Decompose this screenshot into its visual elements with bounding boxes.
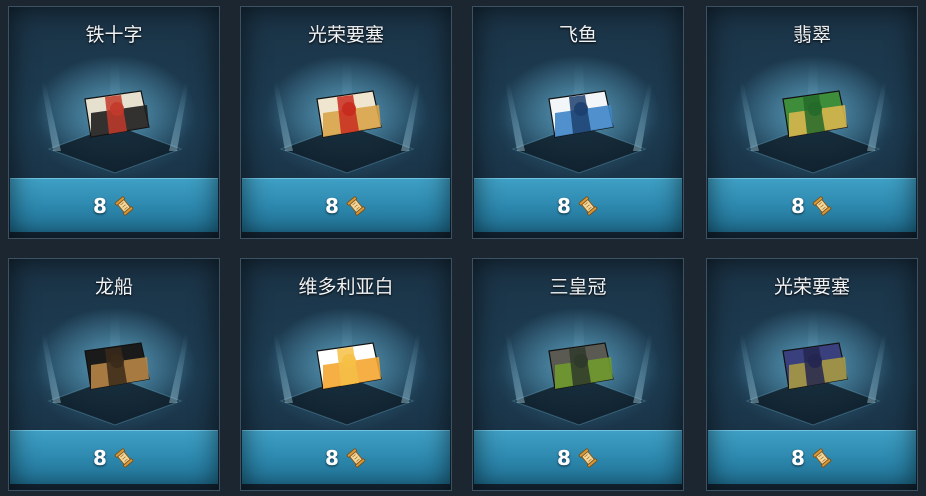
camo-card[interactable]: 龙船 8 [8, 258, 220, 491]
doubloon-scroll-icon [345, 195, 367, 217]
price-value: 8 [791, 445, 805, 470]
price-value: 8 [325, 445, 339, 470]
display-stage [473, 41, 683, 181]
buy-button[interactable]: 8 [474, 178, 682, 232]
buy-button[interactable]: 8 [10, 178, 218, 232]
display-stage [241, 293, 451, 433]
price-value: 8 [791, 193, 805, 218]
doubloon-scroll-icon [577, 447, 599, 469]
display-stage [707, 293, 917, 433]
camo-card[interactable]: 三皇冠 8 [472, 258, 684, 491]
camo-card[interactable]: 光荣要塞 8 [240, 6, 452, 239]
buy-button[interactable]: 8 [708, 430, 916, 484]
doubloon-scroll-icon [577, 195, 599, 217]
camo-card[interactable]: 翡翠 8 [706, 6, 918, 239]
price-value: 8 [557, 193, 571, 218]
doubloon-scroll-icon [113, 447, 135, 469]
doubloon-scroll-icon [345, 447, 367, 469]
display-stage [707, 41, 917, 181]
display-stage [9, 293, 219, 433]
buy-button[interactable]: 8 [10, 430, 218, 484]
price-value: 8 [325, 193, 339, 218]
camouflage-shop-grid: 铁十字 8 光荣要塞 8 飞鱼 8 翡翠 8 龙船 8 维多利亚白 8 三皇冠 … [0, 0, 926, 496]
price-value: 8 [93, 193, 107, 218]
camo-card[interactable]: 飞鱼 8 [472, 6, 684, 239]
camo-card[interactable]: 铁十字 8 [8, 6, 220, 239]
buy-button[interactable]: 8 [242, 430, 450, 484]
buy-button[interactable]: 8 [708, 178, 916, 232]
buy-button[interactable]: 8 [474, 430, 682, 484]
camo-card[interactable]: 维多利亚白 8 [240, 258, 452, 491]
price-value: 8 [93, 445, 107, 470]
doubloon-scroll-icon [811, 195, 833, 217]
display-stage [9, 41, 219, 181]
doubloon-scroll-icon [113, 195, 135, 217]
price-value: 8 [557, 445, 571, 470]
camo-card[interactable]: 光荣要塞 8 [706, 258, 918, 491]
doubloon-scroll-icon [811, 447, 833, 469]
buy-button[interactable]: 8 [242, 178, 450, 232]
display-stage [473, 293, 683, 433]
display-stage [241, 41, 451, 181]
